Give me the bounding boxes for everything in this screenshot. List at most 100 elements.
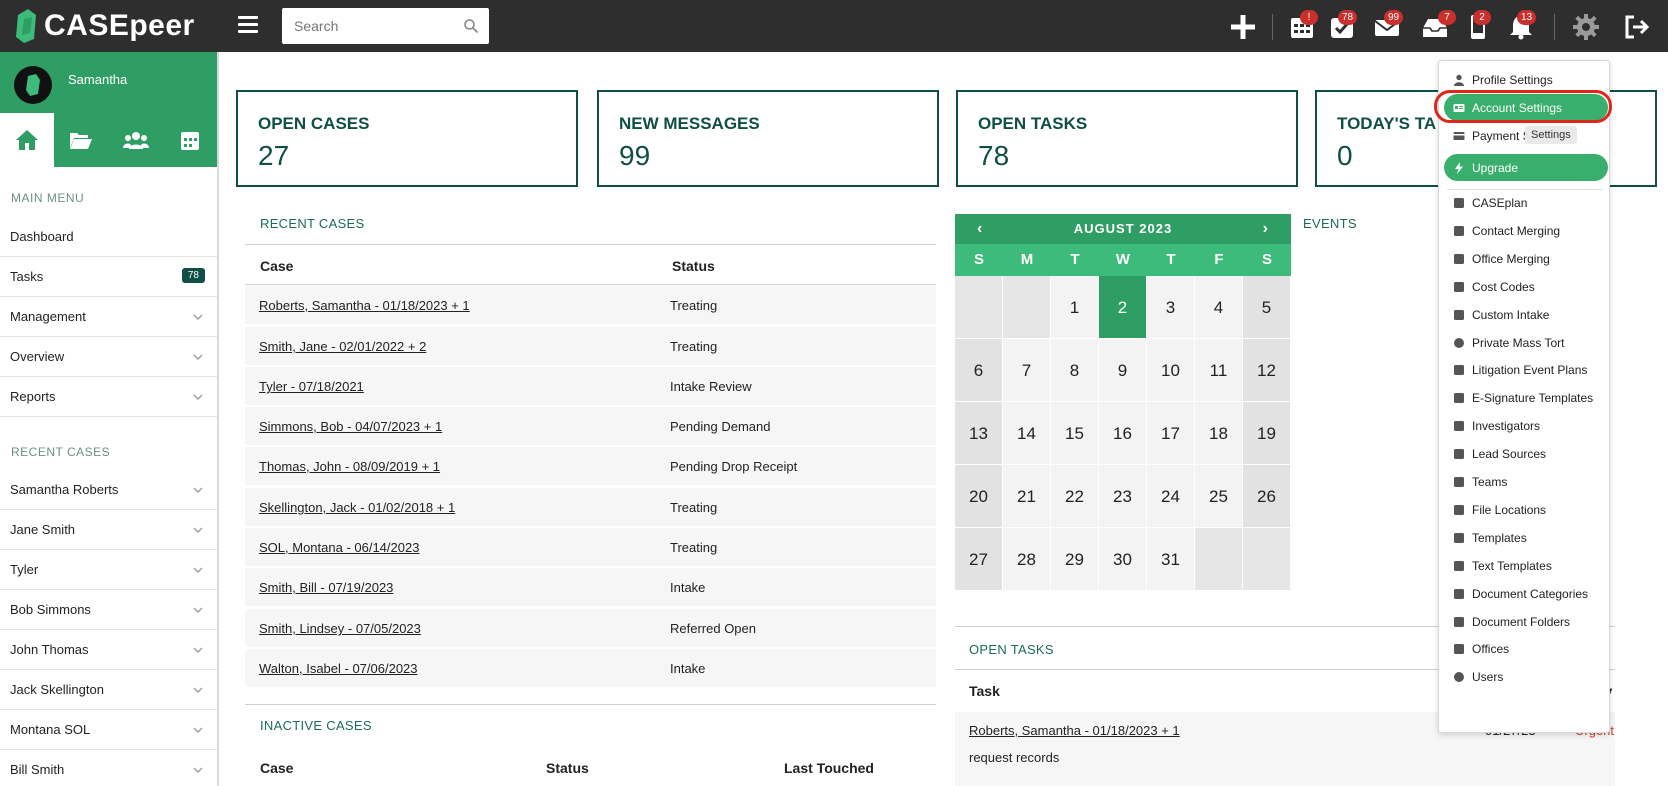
menu-item-offices[interactable]: Offices: [1453, 642, 1509, 656]
table-row[interactable]: Smith, Bill - 07/19/2023 Intake: [245, 568, 936, 606]
logo[interactable]: CASEpeer: [14, 6, 195, 46]
calendar-day[interactable]: 3: [1147, 276, 1195, 339]
case-link[interactable]: Simmons, Bob - 04/07/2023 + 1: [259, 419, 442, 434]
calendar-day[interactable]: 20: [955, 465, 1003, 528]
calendar-day[interactable]: 29: [1051, 528, 1099, 591]
menu-toggle-icon[interactable]: [238, 16, 258, 34]
calendar-day[interactable]: 7: [1003, 339, 1051, 402]
sidebar-item-reports[interactable]: Reports: [0, 377, 217, 417]
case-link[interactable]: Walton, Isabel - 07/06/2023: [259, 661, 418, 676]
search-input[interactable]: [282, 8, 452, 44]
menu-item-document-folders[interactable]: Document Folders: [1453, 615, 1570, 629]
sidebar-recent-case[interactable]: Samantha Roberts: [0, 470, 217, 510]
calendar-day[interactable]: 2: [1099, 276, 1147, 339]
sidebar-item-overview[interactable]: Overview: [0, 337, 217, 377]
sidebar-recent-case[interactable]: Bob Simmons: [0, 590, 217, 630]
calendar-day[interactable]: 1: [1051, 276, 1099, 339]
case-link[interactable]: Skellington, Jack - 01/02/2018 + 1: [259, 500, 455, 515]
menu-item-contact-merging[interactable]: Contact Merging: [1453, 224, 1560, 238]
calendar-day[interactable]: 24: [1147, 465, 1195, 528]
menu-item-payment-settings[interactable]: Payment S: [1453, 129, 1531, 143]
stat-card-new-messages[interactable]: NEW MESSAGES 99: [597, 90, 939, 187]
calendar-day[interactable]: 8: [1051, 339, 1099, 402]
tab-home[interactable]: [0, 113, 55, 167]
menu-item-users[interactable]: Users: [1453, 670, 1503, 684]
logout-icon[interactable]: [1622, 12, 1652, 42]
menu-item-office-merging[interactable]: Office Merging: [1453, 252, 1550, 266]
menu-item-e-signature-templates[interactable]: E-Signature Templates: [1453, 391, 1593, 405]
menu-item-teams[interactable]: Teams: [1453, 475, 1507, 489]
table-row[interactable]: Roberts, Samantha - 01/18/2023 + 1 Treati…: [245, 286, 936, 324]
case-link[interactable]: Smith, Bill - 07/19/2023: [259, 580, 393, 595]
table-row[interactable]: Smith, Lindsey - 07/05/2023 Referred Open: [245, 609, 936, 647]
calendar-day[interactable]: 26: [1243, 465, 1291, 528]
sidebar-item-management[interactable]: Management: [0, 297, 217, 337]
menu-item-caseplan[interactable]: CASEplan: [1453, 196, 1527, 210]
calendar-day[interactable]: 10: [1147, 339, 1195, 402]
calendar-day[interactable]: 15: [1051, 402, 1099, 465]
table-row[interactable]: Walton, Isabel - 07/06/2023 Intake: [245, 649, 936, 687]
table-row[interactable]: Simmons, Bob - 04/07/2023 + 1 Pending Dem…: [245, 407, 936, 445]
case-link[interactable]: Roberts, Samantha - 01/18/2023 + 1: [259, 298, 470, 313]
table-row[interactable]: Tyler - 07/18/2021 Intake Review: [245, 367, 936, 405]
sidebar-recent-case[interactable]: Tyler: [0, 550, 217, 590]
calendar-day[interactable]: 21: [1003, 465, 1051, 528]
tab-contacts[interactable]: [109, 113, 163, 167]
menu-item-document-categories[interactable]: Document Categories: [1453, 587, 1588, 601]
menu-item-lead-sources[interactable]: Lead Sources: [1453, 447, 1546, 461]
table-row[interactable]: SOL, Montana - 06/14/2023 Treating: [245, 528, 936, 566]
tab-calendar[interactable]: [163, 113, 217, 167]
menu-item-cost-codes[interactable]: Cost Codes: [1453, 280, 1535, 294]
calendar-prev-button[interactable]: ‹: [977, 214, 983, 244]
case-link[interactable]: Smith, Jane - 02/01/2022 + 2: [259, 339, 426, 354]
add-icon[interactable]: [1228, 12, 1258, 42]
calendar-day[interactable]: 14: [1003, 402, 1051, 465]
sidebar-recent-case[interactable]: Bill Smith: [0, 750, 217, 786]
sidebar-item-dashboard[interactable]: Dashboard: [0, 217, 217, 257]
table-row[interactable]: Thomas, John - 08/09/2019 + 1 Pending Dro…: [245, 447, 936, 485]
gear-icon[interactable]: [1571, 12, 1601, 42]
calendar-day[interactable]: 27: [955, 528, 1003, 591]
calendar-day[interactable]: 5: [1243, 276, 1291, 339]
menu-item-investigators[interactable]: Investigators: [1453, 419, 1540, 433]
sidebar-item-tasks[interactable]: Tasks 78: [0, 257, 217, 297]
case-link[interactable]: Smith, Lindsey - 07/05/2023: [259, 621, 421, 636]
menu-item-text-templates[interactable]: Text Templates: [1453, 559, 1552, 573]
calendar-day[interactable]: 28: [1003, 528, 1051, 591]
case-link[interactable]: SOL, Montana - 06/14/2023: [259, 540, 419, 555]
calendar-day[interactable]: 12: [1243, 339, 1291, 402]
calendar-day[interactable]: 13: [955, 402, 1003, 465]
calendar-day[interactable]: 19: [1243, 402, 1291, 465]
calendar-day[interactable]: 11: [1195, 339, 1243, 402]
menu-item-private-mass-tort[interactable]: Private Mass Tort: [1453, 336, 1564, 350]
table-row[interactable]: Smith, Jane - 02/01/2022 + 2 Treating: [245, 327, 936, 365]
menu-item-templates[interactable]: Templates: [1453, 531, 1527, 545]
calendar-day[interactable]: 16: [1099, 402, 1147, 465]
calendar-day[interactable]: 30: [1099, 528, 1147, 591]
table-row[interactable]: Skellington, Jack - 01/02/2018 + 1 Treati…: [245, 488, 936, 526]
menu-item-litigation-event-plans[interactable]: Litigation Event Plans: [1453, 363, 1587, 377]
sidebar-recent-case[interactable]: Jack Skellington: [0, 670, 217, 710]
menu-item-file-locations[interactable]: File Locations: [1453, 503, 1546, 517]
task-case-link[interactable]: Roberts, Samantha - 01/18/2023 + 1: [969, 723, 1180, 738]
calendar-day[interactable]: 23: [1099, 465, 1147, 528]
calendar-day[interactable]: 22: [1051, 465, 1099, 528]
calendar-day[interactable]: 25: [1195, 465, 1243, 528]
case-link[interactable]: Tyler - 07/18/2021: [259, 379, 364, 394]
stat-card-open-tasks[interactable]: OPEN TASKS 78: [956, 90, 1298, 187]
sidebar-recent-case[interactable]: John Thomas: [0, 630, 217, 670]
calendar-day[interactable]: 9: [1099, 339, 1147, 402]
avatar[interactable]: [14, 66, 52, 104]
calendar-day[interactable]: 4: [1195, 276, 1243, 339]
menu-item-custom-intake[interactable]: Custom Intake: [1453, 308, 1549, 322]
calendar-next-button[interactable]: ›: [1263, 214, 1269, 244]
calendar-day[interactable]: 31: [1147, 528, 1195, 591]
menu-item-profile-settings[interactable]: Profile Settings: [1453, 73, 1553, 87]
sidebar-recent-case[interactable]: Jane Smith: [0, 510, 217, 550]
calendar-day[interactable]: 18: [1195, 402, 1243, 465]
search-icon[interactable]: [463, 18, 479, 34]
calendar-day[interactable]: 6: [955, 339, 1003, 402]
calendar-day[interactable]: 17: [1147, 402, 1195, 465]
sidebar-recent-case[interactable]: Montana SOL: [0, 710, 217, 750]
case-link[interactable]: Thomas, John - 08/09/2019 + 1: [259, 459, 440, 474]
